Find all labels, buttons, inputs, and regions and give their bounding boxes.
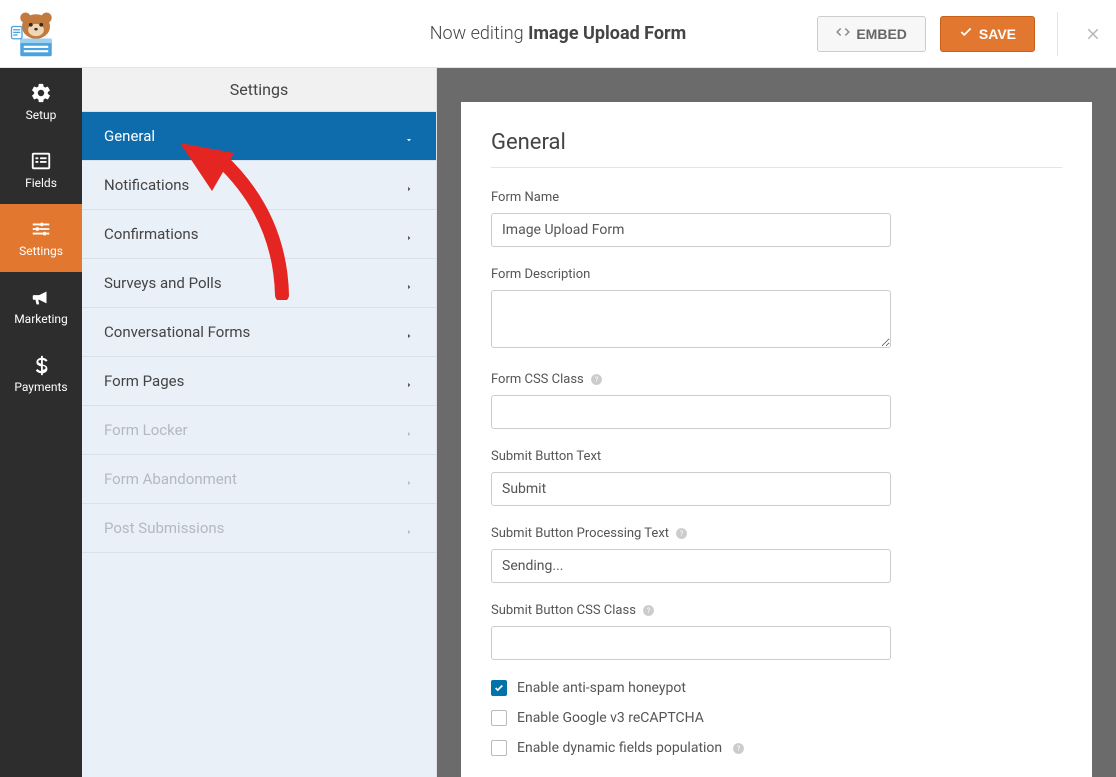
nav-item-fields[interactable]: Fields	[0, 136, 82, 204]
settings-item-confirmations[interactable]: Confirmations	[82, 210, 436, 259]
checkbox-honeypot[interactable]: Enable anti-spam honeypot	[491, 680, 1062, 696]
input-form-css-class[interactable]	[491, 395, 891, 429]
settings-item-surveys-and-polls[interactable]: Surveys and Polls	[82, 259, 436, 308]
label-submit-css: Submit Button CSS Class ?	[491, 603, 1062, 618]
help-icon[interactable]: ?	[675, 527, 688, 540]
settings-subpanel: Settings General Notifications Confirmatio…	[82, 68, 437, 777]
code-icon	[836, 25, 850, 42]
label-form-css-class: Form CSS Class ?	[491, 372, 1062, 387]
help-icon[interactable]: ?	[590, 373, 603, 386]
help-icon[interactable]: ?	[732, 742, 745, 755]
settings-item-conversational-forms[interactable]: Conversational Forms	[82, 308, 436, 357]
settings-item-form-locker: Form Locker	[82, 406, 436, 455]
settings-item-form-abandonment: Form Abandonment	[82, 455, 436, 504]
nav-rail: Setup Fields Settings Marketing Payments	[0, 68, 82, 777]
checkbox-icon	[491, 740, 507, 756]
subpanel-title: Settings	[82, 68, 436, 112]
editing-prefix: Now editing	[430, 23, 528, 44]
checkbox-dynamic-fields[interactable]: Enable dynamic fields population ?	[491, 740, 1062, 756]
chevron-right-icon	[404, 523, 414, 533]
settings-item-form-pages[interactable]: Form Pages	[82, 357, 436, 406]
checkbox-icon	[491, 680, 507, 696]
field-form-css-class: Form CSS Class ?	[491, 372, 1062, 429]
settings-item-label: Conversational Forms	[104, 323, 250, 341]
label-submit-text: Submit Button Text	[491, 449, 1062, 464]
nav-item-payments[interactable]: Payments	[0, 340, 82, 408]
field-form-name: Form Name	[491, 190, 1062, 247]
close-button[interactable]	[1084, 25, 1102, 43]
checkbox-label: Enable dynamic fields population	[517, 740, 722, 756]
field-submit-text: Submit Button Text	[491, 449, 1062, 506]
settings-item-label: Form Abandonment	[104, 470, 237, 488]
nav-label: Fields	[25, 176, 57, 190]
chevron-right-icon	[404, 425, 414, 435]
settings-item-post-submissions: Post Submissions	[82, 504, 436, 553]
input-submit-css[interactable]	[491, 626, 891, 660]
nav-label: Marketing	[14, 312, 68, 326]
label-form-description: Form Description	[491, 267, 1062, 282]
input-form-description[interactable]	[491, 290, 891, 348]
input-form-name[interactable]	[491, 213, 891, 247]
dollar-icon	[30, 354, 52, 376]
checkbox-label: Enable Google v3 reCAPTCHA	[517, 710, 704, 726]
settings-item-label: Surveys and Polls	[104, 274, 222, 292]
settings-item-label: Confirmations	[104, 225, 198, 243]
divider	[1057, 12, 1058, 56]
field-form-description: Form Description	[491, 267, 1062, 352]
save-label: SAVE	[979, 26, 1016, 42]
embed-button[interactable]: EMBED	[817, 16, 926, 52]
sliders-icon	[30, 218, 52, 240]
content-area: General Form Name Form Description Form …	[437, 68, 1116, 777]
settings-item-label: Post Submissions	[104, 519, 224, 537]
chevron-right-icon	[404, 327, 414, 337]
top-bar: Now editing Image Upload Form EMBED SAVE	[0, 0, 1116, 68]
settings-item-label: General	[104, 127, 155, 145]
nav-label: Setup	[26, 108, 57, 122]
app-logo	[8, 9, 64, 59]
field-submit-processing: Submit Button Processing Text ?	[491, 526, 1062, 583]
gear-icon	[30, 82, 52, 104]
svg-text:?: ?	[680, 529, 684, 538]
chevron-right-icon	[404, 474, 414, 484]
svg-text:?: ?	[737, 744, 741, 753]
svg-text:?: ?	[594, 375, 598, 384]
save-button[interactable]: SAVE	[940, 16, 1035, 52]
checkbox-label: Enable anti-spam honeypot	[517, 680, 686, 696]
nav-label: Settings	[19, 244, 63, 258]
chevron-right-icon	[404, 376, 414, 386]
settings-card: General Form Name Form Description Form …	[461, 102, 1092, 777]
nav-item-marketing[interactable]: Marketing	[0, 272, 82, 340]
checkbox-icon	[491, 710, 507, 726]
nav-label: Payments	[14, 380, 67, 394]
input-submit-text[interactable]	[491, 472, 891, 506]
input-submit-processing[interactable]	[491, 549, 891, 583]
editing-form-name: Image Upload Form	[528, 23, 686, 44]
field-submit-css: Submit Button CSS Class ?	[491, 603, 1062, 660]
embed-label: EMBED	[856, 26, 907, 42]
nav-item-setup[interactable]: Setup	[0, 68, 82, 136]
svg-text:?: ?	[647, 606, 651, 615]
checkbox-recaptcha[interactable]: Enable Google v3 reCAPTCHA	[491, 710, 1062, 726]
main-area: Setup Fields Settings Marketing Payments…	[0, 68, 1116, 777]
list-icon	[30, 150, 52, 172]
chevron-right-icon	[404, 229, 414, 239]
settings-item-label: Form Locker	[104, 421, 188, 439]
check-icon	[959, 25, 973, 42]
settings-item-label: Form Pages	[104, 372, 184, 390]
chevron-down-icon	[404, 131, 414, 141]
label-form-name: Form Name	[491, 190, 1062, 205]
bullhorn-icon	[30, 286, 52, 308]
chevron-right-icon	[404, 180, 414, 190]
nav-item-settings[interactable]: Settings	[0, 204, 82, 272]
settings-list: General Notifications Confirmations Surveys…	[82, 112, 436, 777]
settings-item-label: Notifications	[104, 176, 189, 194]
label-submit-processing: Submit Button Processing Text ?	[491, 526, 1062, 541]
settings-item-general[interactable]: General	[82, 112, 436, 161]
chevron-right-icon	[404, 278, 414, 288]
settings-item-notifications[interactable]: Notifications	[82, 161, 436, 210]
help-icon[interactable]: ?	[642, 604, 655, 617]
section-heading: General	[491, 130, 1062, 168]
